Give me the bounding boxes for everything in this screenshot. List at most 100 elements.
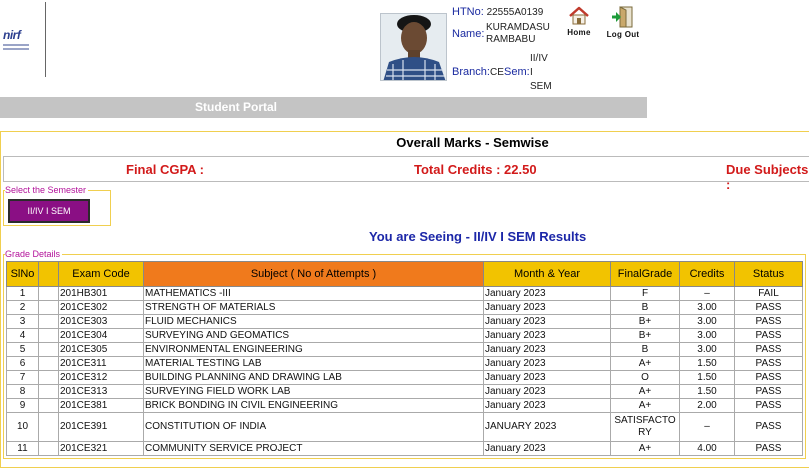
credits-cell: 1.50 [679,384,735,399]
grade-cell: A+ [610,441,680,456]
grade-cell: A+ [610,384,680,399]
col-exam-code: Exam Code [58,261,144,287]
logout-button[interactable]: Log Out [604,6,642,39]
table-header-row: SlNo Exam Code Subject ( No of Attempts … [6,261,803,287]
logout-icon [612,6,633,28]
sem-line-3: SEM [530,81,552,92]
slno-cell: 5 [6,342,39,357]
name-line-2: RAMBABU [486,34,536,45]
grades-table: SlNo Exam Code Subject ( No of Attempts … [6,261,803,456]
htno-row: HTNo: 22555A0139 [452,6,543,18]
portal-title: Student Portal [195,100,278,114]
grade-cell: O [610,370,680,385]
slno-cell: 4 [6,328,39,343]
grade-line-2: RY [638,427,652,438]
slno-cell: 8 [6,384,39,399]
credits-cell: 1.50 [679,370,735,385]
table-row: 7 201CE312 BUILDING PLANNING AND DRAWING… [6,370,803,385]
exam-code-cell: 201HB301 [58,286,144,301]
header-divider [45,2,46,77]
col-slno: SlNo [6,261,39,287]
results-title: Overall Marks - Semwise [396,135,549,150]
month-cell: January 2023 [483,370,611,385]
month-cell: January 2023 [483,441,611,456]
branch-label: Branch: [452,66,490,78]
status-cell: PASS [734,398,803,413]
nirf-logo: nirf [3,28,31,62]
home-button[interactable]: Home [563,6,595,37]
month-cell: January 2023 [483,314,611,329]
col-subject: Subject ( No of Attempts ) [143,261,484,287]
sem-value: II/IV I SEM [530,52,552,94]
subject-cell: MATHEMATICS -III [143,286,484,301]
slno-cell: 6 [6,356,39,371]
month-cell: January 2023 [483,300,611,315]
grade-cell: A+ [610,356,680,371]
exam-code-cell: 201CE321 [58,441,144,456]
status-cell: PASS [734,412,803,442]
table-row: 11 201CE321 COMMUNITY SERVICE PROJECT Ja… [6,441,803,456]
month-cell: January 2023 [483,356,611,371]
semester-legend: Select the Semester [5,185,89,195]
logo-lines [3,44,31,50]
slno-cell: 10 [6,412,39,442]
sem-line-2: I [530,67,533,78]
seeing-heading: You are Seeing - II/IV I SEM Results [369,229,587,244]
grade-cell: SATISFACTO RY [610,412,680,442]
grade-cell: B+ [610,328,680,343]
slno-cell: 2 [6,300,39,315]
status-cell: FAIL [734,286,803,301]
portal-bar: Student Portal [0,97,647,118]
subject-cell: SURVEYING AND GEOMATICS [143,328,484,343]
status-cell: PASS [734,300,803,315]
exam-code-cell: 201CE304 [58,328,144,343]
student-photo [380,13,447,81]
branch-value: CE [490,67,504,78]
status-cell: PASS [734,384,803,399]
slno-cell: 3 [6,314,39,329]
col-spacer [38,261,59,287]
col-status: Status [734,261,803,287]
exam-code-cell: 201CE311 [58,356,144,371]
col-credits: Credits [679,261,735,287]
exam-code-cell: 201CE305 [58,342,144,357]
credits-cell: – [679,412,735,442]
exam-code-cell: 201CE313 [58,384,144,399]
grade-cell: B+ [610,314,680,329]
exam-code-cell: 201CE302 [58,300,144,315]
home-icon [569,6,589,25]
sem-label: Sem: [504,66,530,78]
table-row: 2 201CE302 STRENGTH OF MATERIALS January… [6,300,803,315]
slno-cell: 1 [6,286,39,301]
col-final-grade: FinalGrade [610,261,680,287]
table-row: 10 201CE391 CONSTITUTION OF INDIA JANUAR… [6,412,803,442]
credits-cell: 3.00 [679,300,735,315]
summary-box: Final CGPA : Total Credits : 22.50 Due S… [3,156,809,192]
subject-cell: BUILDING PLANNING AND DRAWING LAB [143,370,484,385]
col-month-year: Month & Year [483,261,611,287]
subject-cell: ENVIRONMENTAL ENGINEERING [143,342,484,357]
status-cell: PASS [734,356,803,371]
credits-cell: 1.50 [679,356,735,371]
name-value: KURAMDASU RAMBABU [486,22,550,46]
credits-cell: 3.00 [679,342,735,357]
credits-cell: 3.00 [679,314,735,329]
grade-cell: B [610,342,680,357]
slno-cell: 11 [6,441,39,456]
status-cell: PASS [734,328,803,343]
credits-cell: 2.00 [679,398,735,413]
credits-cell: 4.00 [679,441,735,456]
grade-line-1: SATISFACTO [614,415,676,426]
logout-label: Log Out [606,30,640,39]
subject-cell: COMMUNITY SERVICE PROJECT [143,441,484,456]
slno-cell: 9 [6,398,39,413]
status-cell: PASS [734,441,803,456]
month-cell: JANUARY 2023 [483,412,611,442]
month-cell: January 2023 [483,286,611,301]
exam-code-cell: 201CE381 [58,398,144,413]
month-cell: January 2023 [483,328,611,343]
table-row: 8 201CE313 SURVEYING FIELD WORK LAB Janu… [6,384,803,399]
table-row: 1 201HB301 MATHEMATICS -III January 2023… [6,286,803,301]
credits-cell: 3.00 [679,328,735,343]
semester-button[interactable]: II/IV I SEM [8,199,90,223]
